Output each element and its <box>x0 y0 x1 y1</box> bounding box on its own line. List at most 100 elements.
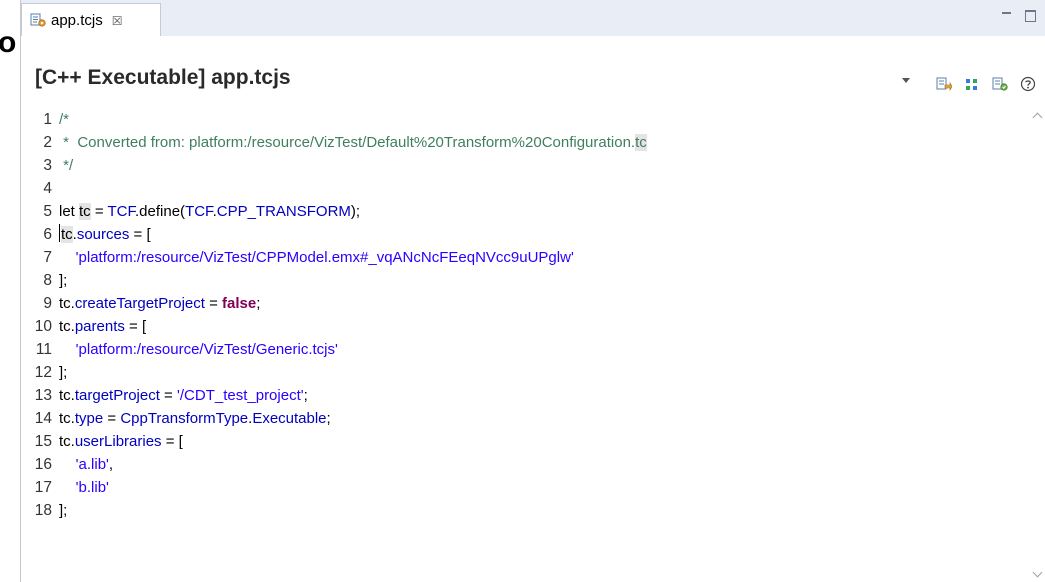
code-token: * Converted from: platform:/resource/Viz… <box>59 134 636 151</box>
line-number: 6 <box>43 226 52 243</box>
line-code[interactable]: tc.sources = [ <box>59 223 151 246</box>
close-icon[interactable]: ☒ <box>112 14 123 28</box>
code-line[interactable]: 3 */ <box>21 154 1021 177</box>
code-token: '/CDT_test_project' <box>177 387 304 404</box>
code-token: targetProject <box>74 387 160 404</box>
minimize-icon[interactable] <box>1001 10 1012 21</box>
line-code[interactable]: let tc = TCF.define(TCF.CPP_TRANSFORM); <box>59 200 360 223</box>
code-token: = [ <box>129 226 151 243</box>
code-line[interactable]: 6 tc.sources = [ <box>21 223 1021 246</box>
line-code[interactable]: tc.type = CppTransformType.Executable; <box>59 407 331 430</box>
code-token: tc <box>61 226 73 243</box>
code-token: = <box>204 295 223 312</box>
editor-tabbar: app.tcjs ☒ <box>21 0 1045 37</box>
vertical-scrollbar[interactable] <box>1029 104 1045 582</box>
code-token: TCF <box>107 203 136 220</box>
code-token: tc <box>59 387 71 404</box>
code-line[interactable]: 14 tc.type = CppTransformType.Executable; <box>21 407 1021 430</box>
code-line[interactable]: 13 tc.targetProject = '/CDT_test_project'… <box>21 384 1021 407</box>
code-editor[interactable]: 1 /* 2 * Converted from: platform:/resourc… <box>21 104 1045 582</box>
line-code[interactable]: 'b.lib' <box>59 476 109 499</box>
line-code[interactable]: tc.userLibraries = [ <box>59 430 183 453</box>
code-token: .define( <box>135 203 186 220</box>
code-line[interactable]: 5 let tc = TCF.define(TCF.CPP_TRANSFORM); <box>21 200 1021 223</box>
line-code[interactable]: tc.createTargetProject = false; <box>59 292 260 315</box>
line-code[interactable]: ]; <box>59 361 67 384</box>
transform-config-icon <box>30 12 46 28</box>
code-line[interactable]: 4 <box>21 177 1021 200</box>
code-line[interactable]: 17 'b.lib' <box>21 476 1021 499</box>
line-code[interactable]: ]; <box>59 269 67 292</box>
code-token: TCF <box>185 203 213 220</box>
code-token: tc <box>59 295 71 312</box>
code-token: tc <box>59 410 71 427</box>
line-number: 10 <box>34 318 52 335</box>
tab-label: app.tcjs <box>51 11 103 29</box>
code-line[interactable]: 8]; <box>21 269 1021 292</box>
code-token: createTargetProject <box>74 295 205 312</box>
code-token: sources <box>76 226 130 243</box>
scroll-up-icon[interactable] <box>1032 112 1043 123</box>
help-icon[interactable] <box>1020 76 1036 92</box>
header-toolbar <box>902 76 1036 92</box>
code-token: , <box>108 456 114 473</box>
truncated-glyph: o <box>0 26 17 59</box>
line-number: 15 <box>34 433 52 450</box>
code-token: /* <box>59 111 70 128</box>
line-number: 18 <box>34 502 52 519</box>
code-token: ]; <box>59 364 68 381</box>
code-token: userLibraries <box>74 433 162 450</box>
code-area[interactable]: 1 /* 2 * Converted from: platform:/resourc… <box>21 104 1029 582</box>
code-line[interactable]: 2 * Converted from: platform:/resource/V… <box>21 131 1021 154</box>
code-token: ; <box>256 295 261 312</box>
line-code[interactable]: 'platform:/resource/VizTest/CPPModel.emx… <box>59 246 574 269</box>
line-code[interactable]: tc.parents = [ <box>59 315 146 338</box>
code-line[interactable]: 16 'a.lib', <box>21 453 1021 476</box>
line-code[interactable]: 'platform:/resource/VizTest/Generic.tcjs… <box>59 338 338 361</box>
chevron-down-icon[interactable] <box>902 77 910 83</box>
code-line[interactable]: 1 /* <box>21 108 1021 131</box>
tab-app-tcjs[interactable]: app.tcjs ☒ <box>21 3 161 36</box>
editor-frame: app.tcjs ☒ [C++ Executable] app.tcjs 1 /… <box>20 0 1045 582</box>
maximize-icon[interactable] <box>1025 10 1036 22</box>
grid-icon[interactable] <box>964 76 980 92</box>
code-line[interactable]: 18]; <box>21 499 1021 522</box>
code-token: ; <box>303 387 308 404</box>
code-line[interactable]: 11 'platform:/resource/VizTest/Generic.t… <box>21 338 1021 361</box>
code-token: 'a.lib' <box>59 456 109 473</box>
line-number: 13 <box>34 387 52 404</box>
code-line[interactable]: 12]; <box>21 361 1021 384</box>
transform-icon[interactable] <box>992 76 1008 92</box>
line-number: 4 <box>43 180 52 197</box>
code-token: ; <box>326 410 331 427</box>
text-cursor <box>59 224 60 242</box>
code-token: 'platform:/resource/VizTest/CPPModel.emx… <box>59 249 574 266</box>
code-token: 'platform:/resource/VizTest/Generic.tcjs… <box>59 341 338 358</box>
line-number: 2 <box>43 134 52 151</box>
code-line[interactable]: 10 tc.parents = [ <box>21 315 1021 338</box>
line-number: 5 <box>43 203 52 220</box>
code-line[interactable]: 7 'platform:/resource/VizTest/CPPModel.e… <box>21 246 1021 269</box>
page-title: [C++ Executable] app.tcjs <box>35 66 291 89</box>
line-code[interactable]: */ <box>59 154 73 177</box>
code-token: parents <box>74 318 125 335</box>
line-code[interactable]: tc.targetProject = '/CDT_test_project'; <box>59 384 308 407</box>
line-number: 8 <box>43 272 52 289</box>
line-code[interactable]: ]; <box>59 499 67 522</box>
code-token: = <box>159 387 177 404</box>
export-icon[interactable] <box>936 76 953 92</box>
code-token: 'b.lib' <box>59 479 109 496</box>
line-number: 17 <box>34 479 52 496</box>
code-token: Executable <box>252 410 327 427</box>
form-header: [C++ Executable] app.tcjs <box>21 36 1045 104</box>
scroll-down-icon[interactable] <box>1032 567 1043 578</box>
code-line[interactable]: 15 tc.userLibraries = [ <box>21 430 1021 453</box>
line-code[interactable]: /* <box>59 108 69 131</box>
code-token: */ <box>59 157 74 174</box>
line-number: 1 <box>43 111 52 128</box>
line-number: 7 <box>43 249 52 266</box>
line-code[interactable]: 'a.lib', <box>59 453 113 476</box>
code-line[interactable]: 9 tc.createTargetProject = false; <box>21 292 1021 315</box>
line-code[interactable]: * Converted from: platform:/resource/Viz… <box>59 131 647 154</box>
code-token: = <box>90 203 108 220</box>
